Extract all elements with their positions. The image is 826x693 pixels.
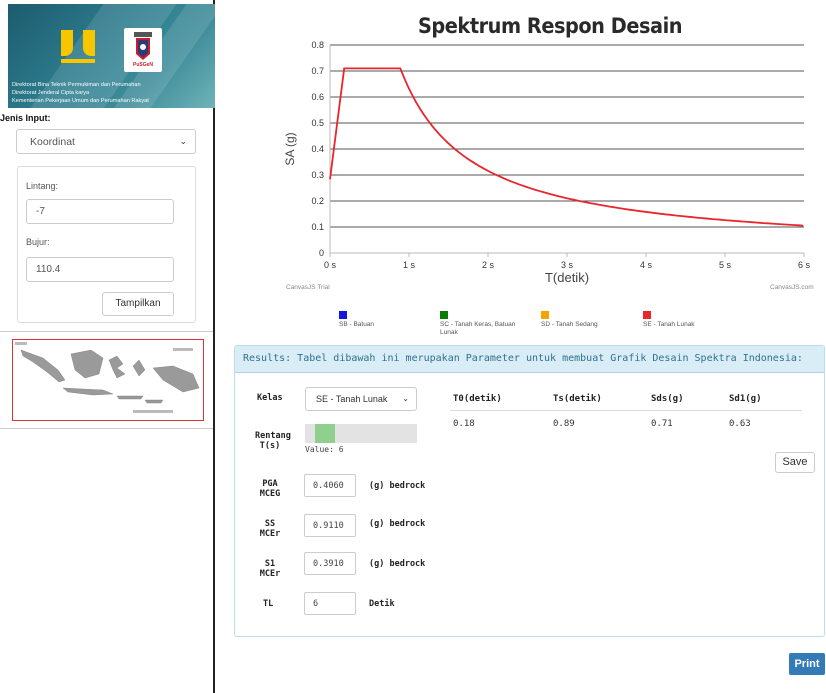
header-banner: PuSGeN Direktorat Bina Teknik Permukiman… [8,4,215,108]
legend-swatch-sb [339,311,347,319]
ss-input[interactable]: 0.9110 [304,514,356,537]
y-tick-label: 0.3 [311,170,324,180]
banner-line-3: Kementerian Pekerjaan Umum dan Perumahan… [12,98,149,104]
legend-label-sc[interactable]: SC - Tanah Keras, Batuan Lunak [440,321,518,337]
cell-sds: 0.71 [651,419,673,429]
lintang-label: Lintang: [26,181,59,191]
series-line[interactable] [329,67,804,227]
rentang-slider[interactable] [305,424,417,443]
save-button[interactable]: Save [775,452,815,473]
s1-label-line2: MCEr [259,569,281,579]
jenis-input-value: Koordinat [30,136,75,148]
legend-label-se[interactable]: SE - Tanah Lunak [643,321,695,329]
print-button[interactable]: Print [789,653,825,675]
tampilkan-button[interactable]: Tampilkan [102,292,174,316]
table-divider [450,410,802,411]
ss-label-line1: SS [264,519,276,529]
col-header-ts: Ts(detik) [553,394,602,404]
kelas-label: Kelas [257,393,283,403]
y-tick-label: 0.4 [311,144,324,154]
col-header-sds: Sds(g) [651,394,684,404]
chevron-down-icon: ⌄ [179,136,187,146]
y-tick-label: 0.1 [311,222,324,232]
kelas-value: SE - Tanah Lunak [316,394,388,404]
x-tick-label: 5 s [719,260,732,270]
pupr-logo [61,30,95,63]
coordinate-panel: Lintang: -7 Bujur: 110.4 Tampilkan [17,166,196,323]
pga-unit: (g) bedrock [369,481,426,491]
jenis-input-label: Jenis Input: [0,113,51,123]
rentang-label-line1: Rentang [255,431,291,441]
response-spectrum-chart: 0 0.1 0.2 0.3 0.4 0.5 0.6 0.7 0.8 0 s 1 s 2 s 3 s 4 s… [283,40,811,285]
legend-swatch-sd [541,311,549,319]
canvasjs-trial-credit: CanvasJS Trial [286,284,330,291]
tl-unit: Detik [369,599,395,609]
y-tick-label: 0.6 [311,92,324,102]
indonesia-map[interactable] [12,339,204,421]
pga-label-line1: PGA [262,479,278,489]
sidebar-divider-bottom [0,428,213,429]
sidebar-divider [0,331,213,332]
x-tick-label: 0 s [324,260,337,270]
x-tick-label: 2 s [482,260,495,270]
x-tick-label: 3 s [561,260,574,270]
rentang-label: Rentang T(s) [255,431,291,451]
banner-line-2: Direktorat Jenderal Cipta karya [12,90,90,96]
cell-t0: 0.18 [453,419,475,429]
ss-label-line2: MCEr [259,529,281,539]
x-tick-label: 6 s [798,260,811,270]
s1-unit: (g) bedrock [369,559,426,569]
chart-title: Spektrum Respon Desain [417,14,683,38]
y-tick-label: 0.8 [311,40,324,50]
y-tick-label: 0.7 [311,66,324,76]
col-header-sd1: Sd1(g) [729,394,762,404]
jenis-input-select[interactable]: Koordinat ⌄ [16,129,196,154]
kelas-select[interactable]: SE - Tanah Lunak ⌄ [305,387,417,411]
y-axis-title: SA (g) [283,132,297,165]
sidebar: PuSGeN Direktorat Bina Teknik Permukiman… [0,0,215,693]
bujur-label: Bujur: [26,237,50,247]
y-tick-label: 0 [319,248,324,258]
ss-unit: (g) bedrock [369,519,426,529]
bujur-input[interactable]: 110.4 [26,257,174,282]
canvasjs-credit[interactable]: CanvasJS.com [770,284,814,291]
chevron-down-icon: ⌄ [402,394,409,403]
cell-ts: 0.89 [553,419,575,429]
results-header: Results: Tabel dibawah ini merupakan Par… [235,346,824,373]
lintang-input[interactable]: -7 [26,199,174,224]
rentang-label-line2: T(s) [259,441,281,451]
col-header-t0: T0(detik) [453,394,502,404]
pga-input[interactable]: 0.4060 [304,474,356,497]
cell-sd1: 0.63 [729,419,751,429]
x-axis-title: T(detik) [545,270,589,285]
y-tick-label: 0.2 [311,196,324,206]
legend-label-sd[interactable]: SD - Tanah Sedang [541,321,598,329]
banner-line-1: Direktorat Bina Teknik Permukiman dan Pe… [12,82,141,88]
pga-label-line2: MCEG [259,489,281,499]
s1-input[interactable]: 0.3910 [304,552,356,575]
tl-label: TL [263,599,274,609]
tl-input[interactable]: 6 [304,592,356,615]
y-tick-label: 0.5 [311,118,324,128]
legend-swatch-sc [440,311,448,319]
ss-label: SS MCEr [255,519,285,539]
legend-label-sb[interactable]: SB - Batuan [339,321,374,329]
rentang-slider-value: Value: 6 [305,445,344,454]
s1-label-line1: S1 [264,559,276,569]
rentang-slider-handle[interactable] [315,424,335,443]
x-tick-label: 4 s [640,260,653,270]
pusgen-logo-text: PuSGeN [132,62,153,68]
pga-label: PGA MCEG [255,479,285,499]
s1-label: S1 MCEr [255,559,285,579]
pusgen-logo: PuSGeN [124,28,162,72]
legend-swatch-se [643,311,651,319]
x-tick-label: 1 s [403,260,416,270]
results-panel: Results: Tabel dibawah ini merupakan Par… [234,345,825,637]
